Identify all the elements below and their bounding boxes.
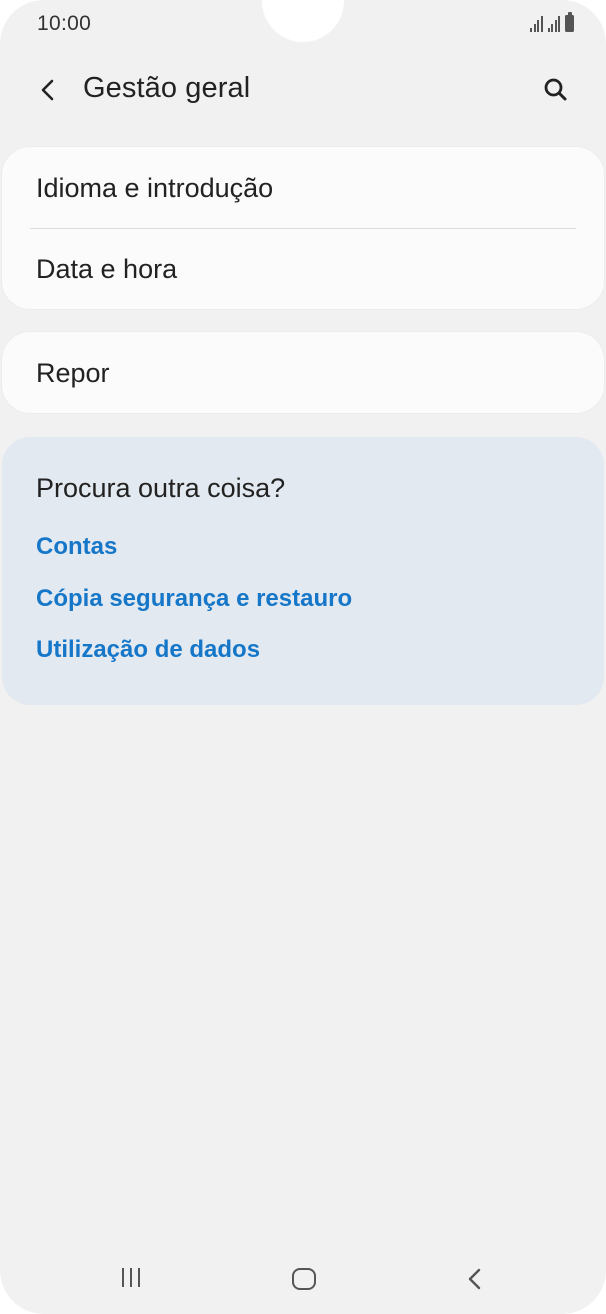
settings-item-idioma[interactable]: Idioma e introdução [2, 148, 604, 228]
suggestion-link-backup[interactable]: Cópia segurança e restauro [36, 585, 352, 613]
signal-icon [530, 14, 543, 32]
suggestions-title: Procura outra coisa? [36, 473, 286, 503]
status-time: 10:00 [37, 12, 92, 35]
battery-icon [565, 12, 574, 32]
search-icon [544, 78, 567, 101]
settings-item-data-hora[interactable]: Data e hora [2, 229, 604, 309]
home-icon[interactable] [292, 1268, 316, 1290]
phone-screen: 10:00 Gestão geral Idioma e introdução D… [0, 0, 606, 1314]
suggestions-card: Procura outra coisa? Contas Cópia segura… [2, 437, 604, 705]
settings-item-label: Idioma e introdução [36, 172, 274, 203]
recents-icon[interactable] [122, 1268, 140, 1287]
back-arrow-icon [41, 79, 54, 101]
settings-card: Repor [2, 332, 604, 413]
back-button[interactable] [30, 70, 70, 110]
status-icons [530, 12, 574, 32]
camera-notch [262, 0, 344, 42]
search-button[interactable] [536, 70, 576, 110]
back-icon[interactable] [463, 1265, 487, 1293]
settings-item-repor[interactable]: Repor [2, 333, 604, 413]
suggestion-link-contas[interactable]: Contas [36, 533, 117, 561]
settings-card: Idioma e introdução Data e hora [2, 147, 604, 309]
page-title: Gestão geral [83, 72, 251, 104]
settings-item-label: Repor [36, 357, 110, 388]
suggestion-link-data-usage[interactable]: Utilização de dados [36, 636, 260, 664]
signal-icon [547, 14, 560, 32]
settings-item-label: Data e hora [36, 253, 178, 284]
